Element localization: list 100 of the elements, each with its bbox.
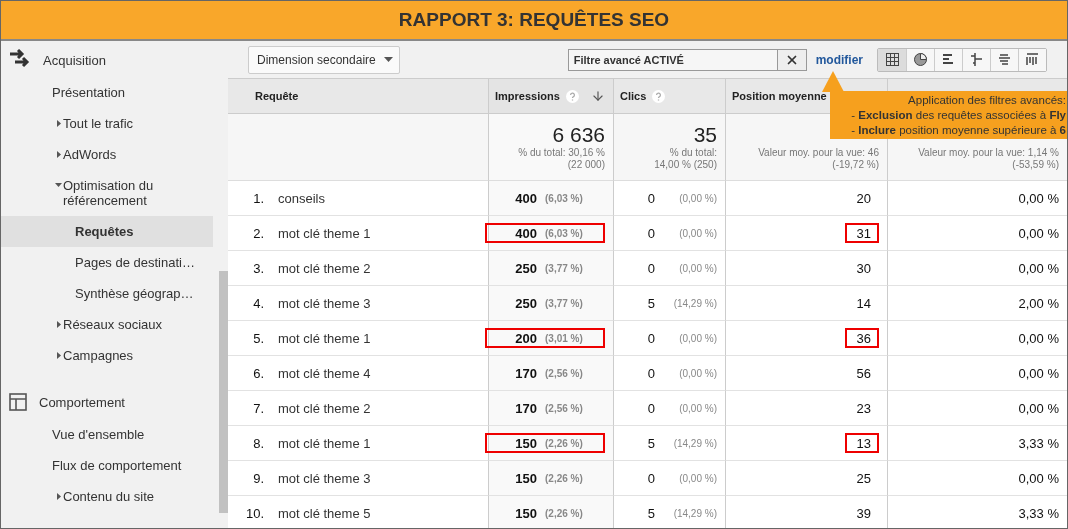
query-link[interactable]: mot clé theme 2 (278, 260, 371, 276)
sidebar-item[interactable]: Optimisation du référencement (1, 170, 213, 216)
clicks-count: 5 (647, 295, 655, 311)
sidebar-item[interactable]: Campagnes (1, 340, 213, 371)
secondary-dimension-dropdown[interactable]: Dimension secondaire (248, 45, 400, 74)
clicks-count: 0 (647, 225, 655, 241)
sidebar-item[interactable]: Requêtes (1, 216, 213, 247)
sidebar-item[interactable]: Vue d'ensemble (1, 419, 213, 450)
impressions-count: 250 (515, 295, 537, 311)
section-label: Acquisition (43, 52, 106, 68)
impressions-count: 170 (515, 400, 537, 416)
view-toggle-button[interactable] (962, 48, 990, 71)
position-value: 30 (856, 260, 871, 276)
clicks-count: 0 (647, 260, 655, 276)
row-number: 10. (244, 505, 264, 521)
query-link[interactable]: conseils (278, 190, 325, 206)
position-value: 56 (856, 365, 871, 381)
ctr-value: 0,00 % (1018, 330, 1059, 346)
clicks-percent: (0,00 %) (678, 227, 717, 239)
query-link[interactable]: mot clé theme 2 (278, 400, 371, 416)
query-link[interactable]: mot clé theme 4 (278, 365, 371, 381)
pivot-icon (998, 53, 1011, 66)
row-number: 3. (252, 260, 264, 276)
clicks-percent: (0,00 %) (678, 472, 717, 484)
total-note: Valeur moy. pour la vue: 46 (758, 147, 879, 159)
ctr-value: 0,00 % (1018, 190, 1059, 206)
row-number: 1. (252, 190, 264, 206)
row-number: 9. (252, 470, 264, 486)
column-header[interactable]: Impressions (488, 79, 613, 114)
clear-filter-button[interactable] (777, 48, 807, 71)
total-note: 14,00 % (250) (654, 159, 717, 171)
query-link[interactable]: mot clé theme 3 (278, 470, 371, 486)
total-note: (22 000) (567, 159, 605, 171)
clicks-count: 5 (647, 435, 655, 451)
ctr-value: 0,00 % (1018, 470, 1059, 486)
edit-link[interactable]: modifier (815, 52, 863, 67)
impressions-count: 400 (515, 225, 537, 241)
impressions-count: 150 (515, 470, 537, 486)
sidebar-item[interactable]: Synthèse géograp… (1, 278, 213, 309)
impressions-percent: (3,77 %) (545, 262, 584, 274)
clicks-count: 0 (647, 190, 655, 206)
query-link[interactable]: mot clé theme 1 (278, 225, 371, 241)
impressions-percent: (6,03 %) (545, 192, 584, 204)
scrollbar-thumb[interactable] (219, 271, 228, 513)
position-value: 13 (856, 435, 871, 451)
ctr-value: 0,00 % (1018, 225, 1059, 241)
section-label: Comportement (39, 394, 125, 410)
clicks-count: 0 (647, 330, 655, 346)
sidebar-item[interactable]: Flux de comportement (1, 450, 213, 481)
column-header[interactable]: Requête (228, 79, 488, 114)
column-header[interactable]: Clics (613, 79, 725, 114)
sidebar-item[interactable]: Pages de destinati… (1, 247, 213, 278)
view-toggle-button[interactable] (934, 48, 962, 71)
sidebar-item[interactable]: Contenu du site (1, 481, 213, 512)
sidebar-item[interactable]: Réseaux sociaux (1, 309, 213, 340)
view-toggle-button[interactable] (1018, 48, 1046, 71)
clicks-percent: (0,00 %) (678, 262, 717, 274)
clicks-count: 5 (647, 505, 655, 521)
filter-field[interactable]: Filtre avancé ACTIVÉ (567, 48, 778, 71)
view-toggle-button[interactable] (990, 48, 1018, 71)
impressions-percent: (2,26 %) (545, 472, 584, 484)
position-value: 14 (856, 295, 871, 311)
total-note: (-19,72 %) (832, 159, 879, 171)
impressions-percent: (3,77 %) (545, 297, 584, 309)
clicks-count: 0 (647, 470, 655, 486)
report-title: RAPPORT 3: REQUÊTES SEO (398, 9, 670, 31)
total-note: % du total: 30,16 % (518, 147, 605, 159)
term-cloud-icon (1026, 53, 1039, 66)
view-toggle-button[interactable] (878, 48, 906, 71)
impressions-count: 250 (515, 260, 537, 276)
impressions-percent: (2,26 %) (545, 437, 584, 449)
total-note: % du total: (669, 147, 717, 159)
total-note: Valeur moy. pour la vue: 1,14 % (918, 147, 1059, 159)
position-value: 36 (856, 330, 871, 346)
sidebar-item[interactable]: Présentation (1, 77, 213, 108)
ctr-value: 3,33 % (1018, 435, 1059, 451)
ctr-value: 0,00 % (1018, 365, 1059, 381)
row-number: 2. (252, 225, 264, 241)
clicks-percent: (0,00 %) (678, 332, 717, 344)
table-icon (885, 53, 899, 66)
row-number: 4. (252, 295, 264, 311)
query-link[interactable]: mot clé theme 3 (278, 295, 371, 311)
impressions-percent: (2,26 %) (545, 507, 584, 519)
query-link[interactable]: mot clé theme 1 (278, 330, 371, 346)
total-value: 6 636 (552, 123, 605, 147)
sidebar-item[interactable]: Tout le trafic (1, 108, 213, 139)
impressions-percent: (2,56 %) (545, 367, 584, 379)
impressions-count: 400 (515, 190, 537, 206)
clicks-percent: (0,00 %) (678, 192, 717, 204)
query-link[interactable]: mot clé theme 1 (278, 435, 371, 451)
clicks-percent: (14,29 %) (672, 437, 717, 449)
impressions-count: 170 (515, 365, 537, 381)
row-number: 6. (252, 365, 264, 381)
impressions-percent: (6,03 %) (545, 227, 584, 239)
row-number: 5. (252, 330, 264, 346)
view-toggle-button[interactable] (906, 48, 934, 71)
clicks-count: 0 (647, 365, 655, 381)
caret-down-icon (383, 57, 393, 62)
query-link[interactable]: mot clé theme 5 (278, 505, 371, 521)
sidebar-item[interactable]: AdWords (1, 139, 213, 170)
